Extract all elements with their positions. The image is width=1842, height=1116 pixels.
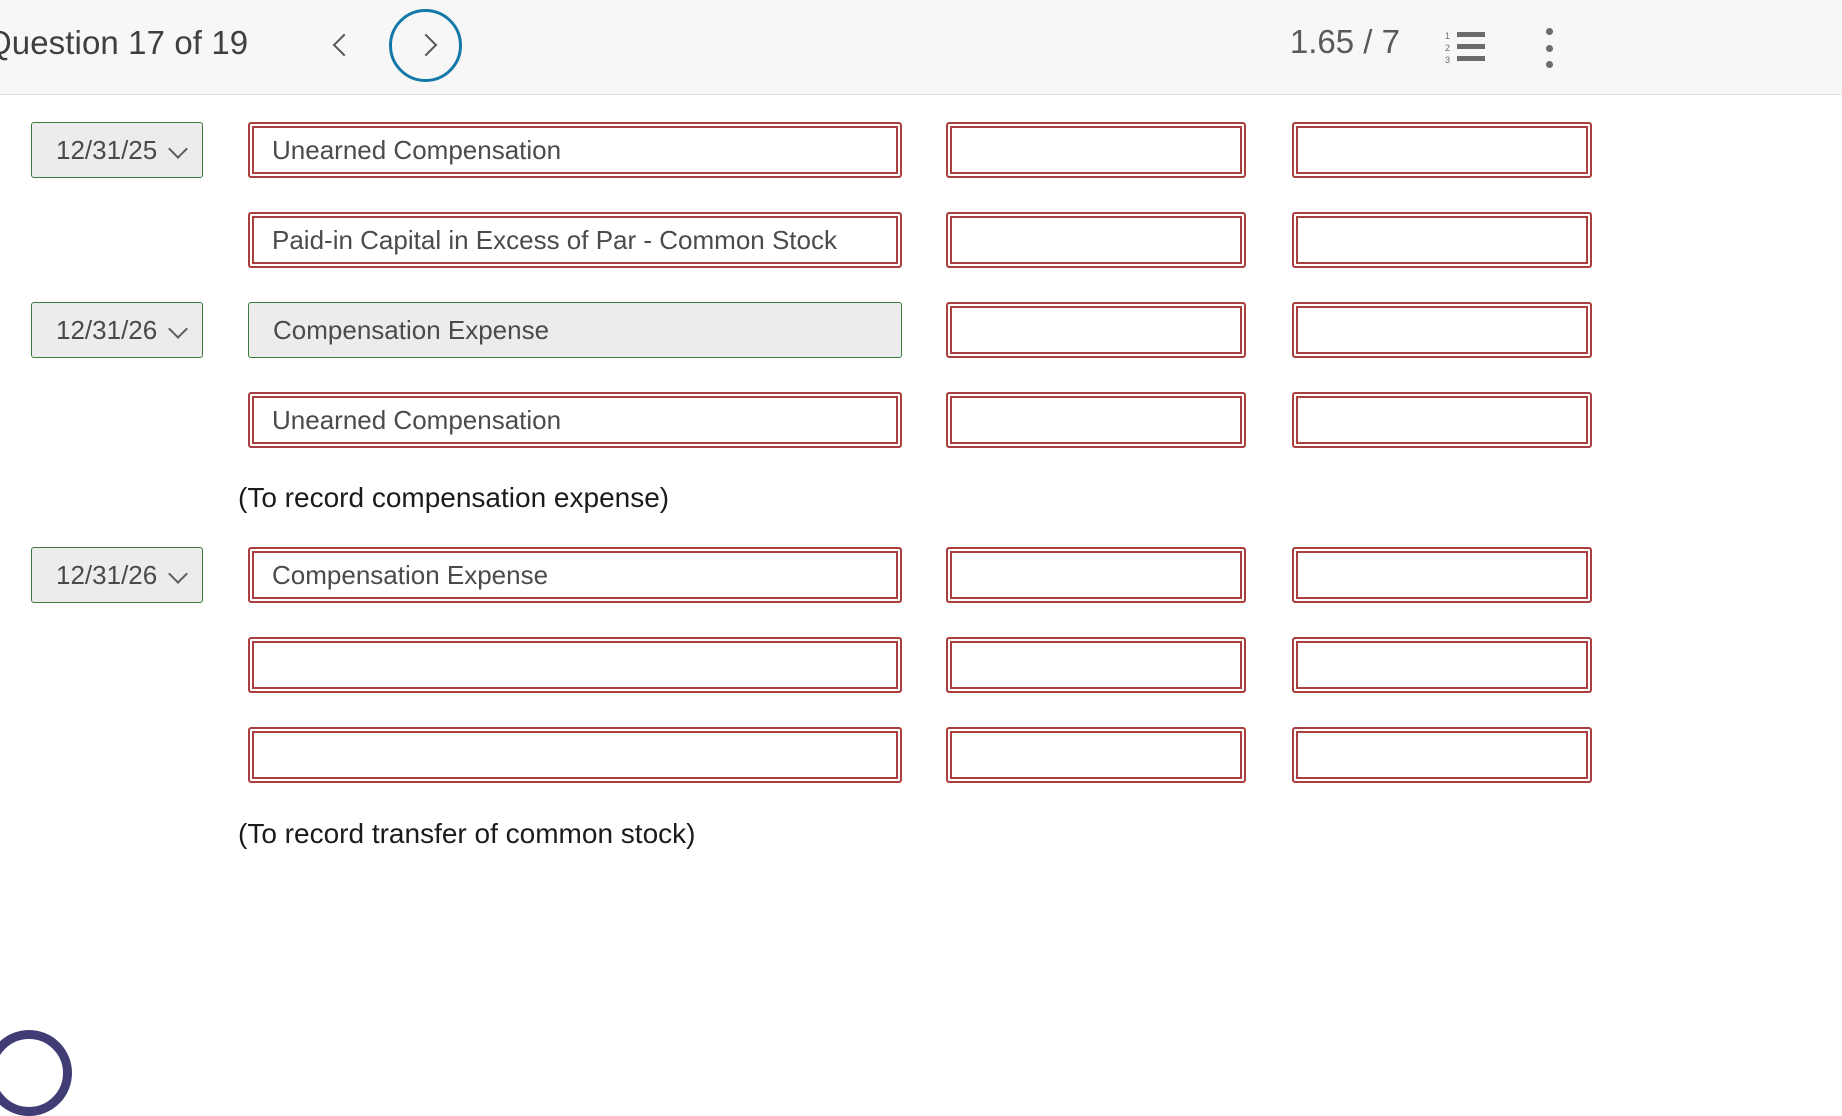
svg-text:3: 3 (1445, 55, 1450, 65)
account-title-field[interactable]: Unearned Compensation (248, 392, 902, 448)
journal-row (0, 637, 1842, 693)
journal-entry-caption: (To record compensation expense) (238, 482, 670, 513)
chevron-right-icon (418, 33, 433, 59)
debit-amount-field[interactable] (946, 212, 1246, 268)
date-select[interactable]: 12/31/26 (31, 302, 203, 358)
credit-amount-field[interactable] (1292, 727, 1592, 783)
journal-entry-caption: (To record transfer of common stock) (238, 818, 696, 849)
journal-row: Unearned Compensation (0, 392, 1842, 448)
account-title-field[interactable] (248, 727, 902, 783)
date-select[interactable]: 12/31/25 (31, 122, 203, 178)
credit-amount-field[interactable] (1292, 392, 1592, 448)
journal-entry-sheet: 12/31/25 Unearned Compensation Paid-in Cap… (0, 96, 1842, 1068)
page-title: Question 17 of 19 (0, 24, 249, 61)
chevron-down-icon (170, 142, 186, 158)
credit-amount-field[interactable] (1292, 122, 1592, 178)
chevron-down-icon (170, 567, 186, 583)
debit-amount-field[interactable] (946, 122, 1246, 178)
kebab-menu-icon[interactable] (1536, 26, 1562, 70)
debit-amount-field[interactable] (946, 637, 1246, 693)
chevron-down-icon (170, 322, 186, 338)
credit-amount-field[interactable] (1292, 212, 1592, 268)
debit-amount-field[interactable] (946, 392, 1246, 448)
score-display: 1.65 / 7 (1289, 23, 1400, 60)
credit-amount-field[interactable] (1292, 302, 1592, 358)
date-select-value: 12/31/26 (56, 314, 158, 345)
date-select[interactable]: 12/31/26 (31, 547, 203, 603)
account-title-field[interactable] (248, 637, 902, 693)
svg-text:1: 1 (1445, 31, 1450, 41)
account-title-field[interactable]: Paid-in Capital in Excess of Par - Commo… (248, 212, 902, 268)
credit-amount-field[interactable] (1292, 547, 1592, 603)
next-question-button[interactable] (389, 9, 462, 82)
journal-row (0, 727, 1842, 783)
journal-row: 12/31/26 Compensation Expense (0, 302, 1842, 358)
debit-amount-field[interactable] (946, 547, 1246, 603)
account-title-field[interactable]: Compensation Expense (248, 302, 902, 358)
numbered-list-icon[interactable]: 1 2 3 (1445, 30, 1487, 66)
journal-row: 12/31/25 Unearned Compensation (0, 122, 1842, 178)
debit-amount-field[interactable] (946, 302, 1246, 358)
debit-amount-field[interactable] (946, 727, 1246, 783)
date-select-value: 12/31/25 (56, 134, 158, 165)
chevron-left-icon (334, 33, 349, 59)
previous-question-button[interactable] (322, 22, 360, 70)
journal-row: Paid-in Capital in Excess of Par - Commo… (0, 212, 1842, 268)
svg-text:2: 2 (1445, 43, 1450, 53)
account-title-field[interactable]: Unearned Compensation (248, 122, 902, 178)
question-header: Question 17 of 19 1.65 / 7 1 2 3 (0, 0, 1842, 95)
journal-row: 12/31/26 Compensation Expense (0, 547, 1842, 603)
credit-amount-field[interactable] (1292, 637, 1592, 693)
date-select-value: 12/31/26 (56, 559, 158, 590)
account-title-field[interactable]: Compensation Expense (248, 547, 902, 603)
